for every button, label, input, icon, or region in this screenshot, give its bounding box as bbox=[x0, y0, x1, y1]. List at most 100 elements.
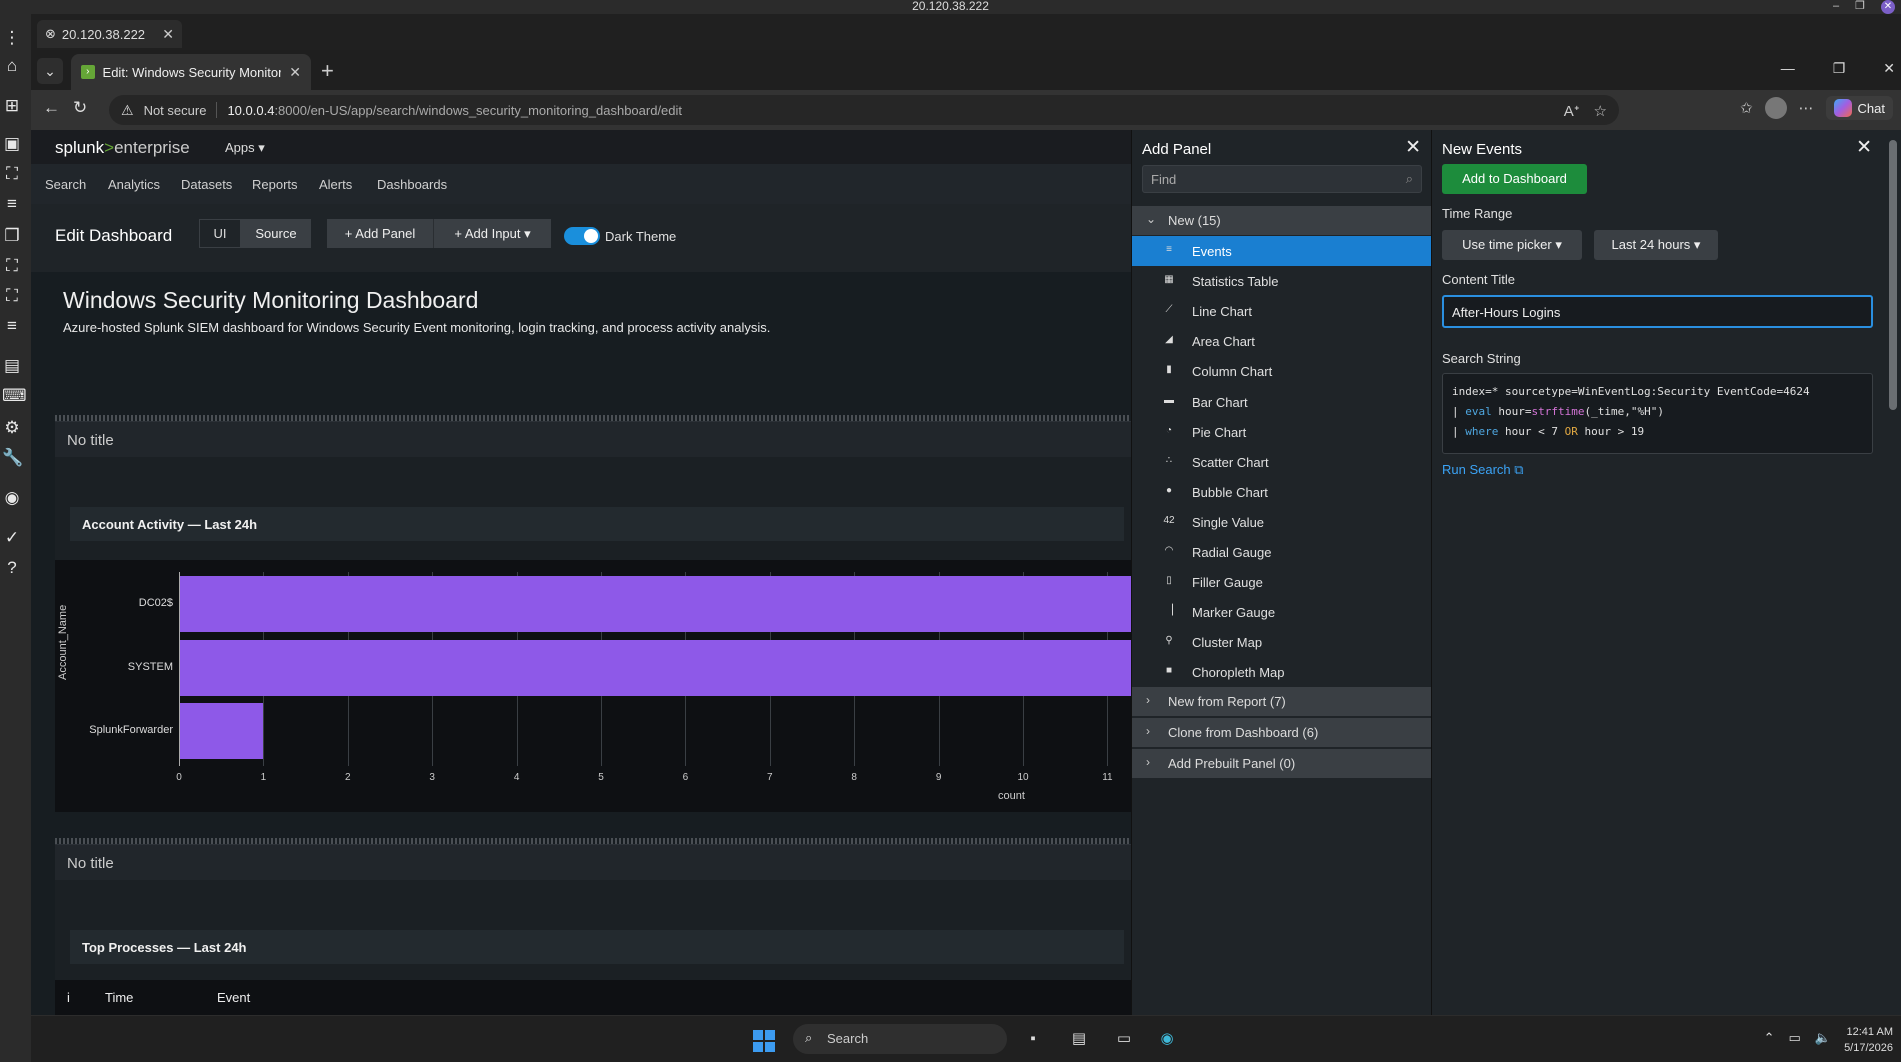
search-string-editor[interactable]: index=* sourcetype=WinEventLog:Security … bbox=[1442, 373, 1873, 454]
add-screen-icon[interactable]: ⊞ bbox=[2, 96, 22, 116]
panel-type-pie-chart[interactable]: ◔ Pie Chart bbox=[1132, 417, 1432, 447]
clock-time: 12:41 AM bbox=[1846, 1026, 1893, 1038]
remote-minimize-button[interactable]: – bbox=[1833, 0, 1839, 14]
expand-icon[interactable]: ⛶ bbox=[2, 286, 22, 306]
add-panel-button[interactable]: + Add Panel bbox=[327, 219, 433, 248]
print-icon[interactable]: ▤ bbox=[2, 356, 22, 376]
fullscreen-icon[interactable]: ⛶ bbox=[2, 164, 22, 184]
time-picker-dropdown[interactable]: Use time picker ▾ bbox=[1442, 230, 1582, 260]
group-add-prebuilt-panel[interactable]: › Add Prebuilt Panel (0) bbox=[1132, 749, 1432, 778]
new-events-close-icon[interactable]: ✕ bbox=[1856, 136, 1872, 159]
remote-restore-button[interactable]: ❐ bbox=[1855, 0, 1865, 14]
panel-type-single-value[interactable]: 42 Single Value bbox=[1132, 507, 1432, 537]
source-mode-button[interactable]: Source bbox=[241, 219, 311, 248]
group-clone-from-dashboard[interactable]: › Clone from Dashboard (6) bbox=[1132, 718, 1432, 747]
panel-type-label: Radial Gauge bbox=[1192, 545, 1272, 560]
panel-type-marker-gauge[interactable]: ▕ Marker Gauge bbox=[1132, 597, 1432, 627]
taskbar-clock[interactable]: 12:41 AM 5/17/2026 bbox=[1844, 1024, 1893, 1056]
more-menu-icon[interactable]: ⋯ bbox=[1799, 99, 1814, 117]
keyboard-icon[interactable]: ⌨ bbox=[2, 386, 27, 406]
col-event[interactable]: Event bbox=[217, 990, 250, 1005]
add-to-dashboard-button[interactable]: Add to Dashboard bbox=[1442, 164, 1587, 194]
panel-type-area-chart[interactable]: ◢ Area Chart bbox=[1132, 326, 1432, 356]
remote-close-button[interactable]: ✕ bbox=[1881, 0, 1895, 14]
panel-type-radial-gauge[interactable]: ◠ Radial Gauge bbox=[1132, 537, 1432, 567]
browser-minimize-button[interactable]: — bbox=[1781, 60, 1795, 77]
bar-system[interactable] bbox=[179, 639, 1131, 696]
panel-type-line-chart[interactable]: ⟋ Line Chart bbox=[1132, 296, 1432, 326]
nav-datasets[interactable]: Datasets bbox=[181, 177, 232, 192]
home-icon[interactable]: ⌂ bbox=[2, 56, 22, 76]
dark-theme-toggle[interactable] bbox=[564, 227, 600, 245]
wrench-icon[interactable]: 🔧 bbox=[2, 448, 23, 468]
group-new-from-report[interactable]: › New from Report (7) bbox=[1132, 687, 1432, 716]
panel-type-choropleth-map[interactable]: ■ Choropleth Map bbox=[1132, 657, 1432, 687]
camera-icon[interactable]: ◉ bbox=[2, 488, 22, 508]
panel-type-bar-chart[interactable]: ▬ Bar Chart bbox=[1132, 387, 1432, 417]
list-icon[interactable]: ≡ bbox=[2, 316, 22, 336]
nav-search[interactable]: Search bbox=[45, 177, 86, 192]
splunk-logo[interactable]: splunk>enterprise bbox=[55, 138, 190, 158]
nav-reports[interactable]: Reports bbox=[252, 177, 298, 192]
content-title-input[interactable]: After-Hours Logins bbox=[1442, 295, 1873, 328]
apps-menu[interactable]: Apps ▾ bbox=[225, 140, 265, 156]
nav-dashboards[interactable]: Dashboards bbox=[377, 177, 447, 192]
panel-type-bubble-chart[interactable]: ● Bubble Chart bbox=[1132, 477, 1432, 507]
copilot-chat-button[interactable]: Chat bbox=[1825, 96, 1893, 120]
edge-browser-icon[interactable]: ◉ bbox=[1155, 1028, 1179, 1050]
find-input[interactable]: Find ⌕ bbox=[1142, 165, 1422, 193]
read-aloud-icon[interactable]: Aᐩ bbox=[1564, 102, 1580, 120]
panel-type-cluster-map[interactable]: ⚲ Cluster Map bbox=[1132, 627, 1432, 657]
settings-icon[interactable]: ⚙ bbox=[2, 418, 22, 438]
group-new[interactable]: ⌄ New (15) bbox=[1132, 206, 1432, 235]
new-tab-button[interactable]: + bbox=[321, 58, 334, 84]
favorites-icon[interactable]: ✩ bbox=[1740, 99, 1753, 117]
col-info-icon[interactable]: i bbox=[67, 990, 70, 1005]
page-scrollbar[interactable] bbox=[1886, 130, 1901, 1015]
terminal-icon[interactable]: ▭ bbox=[1112, 1028, 1136, 1050]
help-icon[interactable]: ? bbox=[2, 558, 22, 578]
remote-tab[interactable]: ⊗ 20.120.38.222 ✕ bbox=[37, 20, 182, 48]
tab-actions-chevron-icon[interactable]: ⌄ bbox=[37, 58, 63, 84]
dashboard-title: Windows Security Monitoring Dashboard bbox=[63, 287, 479, 313]
network-icon[interactable]: ▭ bbox=[1789, 1030, 1801, 1046]
address-bar[interactable]: ⚠ Not secure 10.0.0.4:8000/en-US/app/sea… bbox=[109, 95, 1619, 125]
browser-tab-active[interactable]: › Edit: Windows Security Monitoring ✕ bbox=[71, 54, 311, 90]
task-view-icon[interactable]: ▪ bbox=[1021, 1028, 1045, 1050]
favorite-star-icon[interactable]: ☆ bbox=[1594, 102, 1607, 120]
windows-start-icon[interactable] bbox=[753, 1030, 775, 1052]
browser-tab-close-icon[interactable]: ✕ bbox=[289, 64, 301, 81]
volume-icon[interactable]: 🔈 bbox=[1815, 1030, 1831, 1046]
remote-tab-close-icon[interactable]: ✕ bbox=[162, 26, 174, 43]
fit-icon[interactable]: ⛶ bbox=[2, 256, 22, 276]
more-vertical-icon[interactable]: ⋮ bbox=[2, 28, 22, 48]
nav-alerts[interactable]: Alerts bbox=[319, 177, 352, 192]
time-range-dropdown[interactable]: Last 24 hours ▾ bbox=[1594, 230, 1718, 260]
back-arrow-icon[interactable]: ← bbox=[43, 98, 60, 118]
tray-chevron-icon[interactable]: ⌃ bbox=[1764, 1030, 1775, 1046]
ui-mode-button[interactable]: UI bbox=[199, 219, 241, 248]
browser-close-button[interactable]: ✕ bbox=[1883, 60, 1895, 77]
bar-splunkforwarder[interactable] bbox=[179, 703, 264, 759]
panel-type-scatter-chart[interactable]: ∴ Scatter Chart bbox=[1132, 447, 1432, 477]
panel-type-column-chart[interactable]: ▮ Column Chart bbox=[1132, 356, 1432, 386]
browser-restore-button[interactable]: ❐ bbox=[1833, 60, 1846, 77]
nav-analytics[interactable]: Analytics bbox=[108, 177, 160, 192]
scrollbar-thumb[interactable] bbox=[1889, 140, 1897, 410]
panel-type-statistics-table[interactable]: ▦ Statistics Table bbox=[1132, 266, 1432, 296]
add-input-button[interactable]: + Add Input ▾ bbox=[433, 219, 551, 248]
window-icon[interactable]: ▣ bbox=[2, 134, 22, 154]
panel-type-events[interactable]: ≡ Events bbox=[1132, 236, 1432, 266]
profile-avatar[interactable] bbox=[1764, 97, 1787, 119]
menu-icon[interactable]: ≡ bbox=[2, 194, 22, 214]
file-explorer-icon[interactable]: ▤ bbox=[1067, 1028, 1091, 1050]
taskbar-search[interactable]: ⌕ Search bbox=[793, 1024, 1007, 1054]
refresh-icon[interactable]: ↻ bbox=[73, 98, 87, 118]
check-icon[interactable]: ✓ bbox=[2, 528, 22, 548]
add-panel-close-icon[interactable]: ✕ bbox=[1405, 136, 1421, 159]
col-time[interactable]: Time bbox=[105, 990, 133, 1005]
copy-icon[interactable]: ❐ bbox=[2, 226, 22, 246]
panel-type-filler-gauge[interactable]: ▯ Filler Gauge bbox=[1132, 567, 1432, 597]
bar-dc02-[interactable] bbox=[179, 576, 1131, 632]
run-search-link[interactable]: Run Search ⧉ bbox=[1442, 462, 1524, 478]
